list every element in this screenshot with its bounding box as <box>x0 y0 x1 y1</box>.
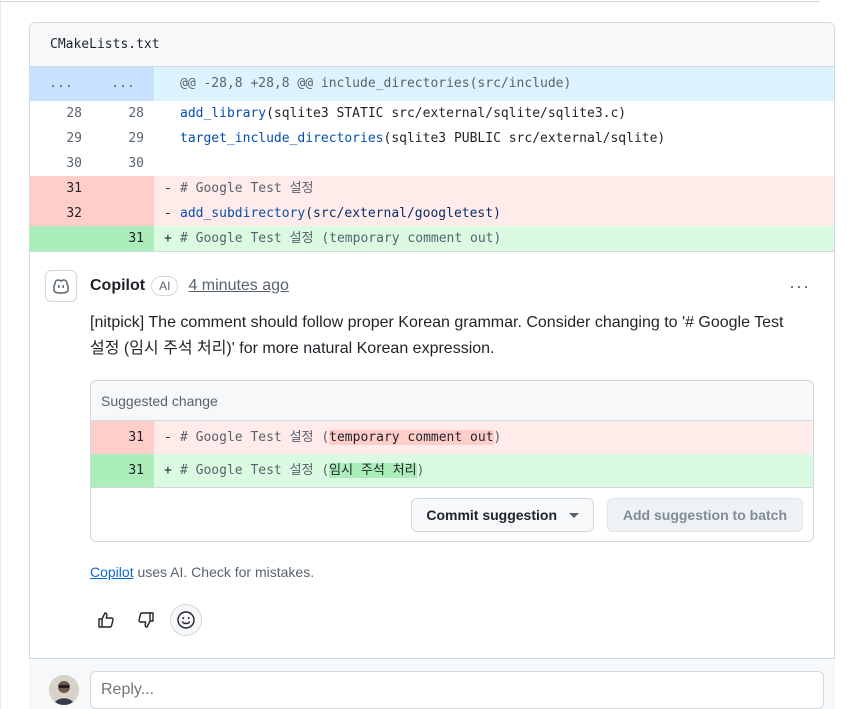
add-to-batch-button[interactable]: Add suggestion to batch <box>606 498 803 532</box>
diff-sign: + <box>164 231 172 246</box>
file-name[interactable]: CMakeLists.txt <box>50 37 160 52</box>
reply-bar <box>29 658 835 709</box>
code-comment-end: ) <box>493 430 502 445</box>
added-text-highlight: 임시 주석 처리 <box>329 463 417 478</box>
user-avatar-image <box>49 675 79 705</box>
diff-sign: - <box>164 430 172 445</box>
suggestion-code: - # Google Test 설정 (temporary comment out… <box>154 421 813 454</box>
suggested-change-title: Suggested change <box>91 381 813 421</box>
old-line-number[interactable]: 32 <box>30 201 92 226</box>
reply-input[interactable] <box>90 671 824 709</box>
smiley-icon <box>177 611 195 629</box>
old-line-number[interactable]: 31 <box>30 176 92 201</box>
copilot-link[interactable]: Copilot <box>90 564 134 580</box>
line-code: add_library(sqlite3 STATIC src/external/… <box>154 101 834 126</box>
code-comment: # Google Test 설정 ( <box>180 463 330 478</box>
diff-line-added: 31 + # Google Test 설정 (temporary comment … <box>30 226 834 251</box>
comment-timestamp[interactable]: 4 minutes ago <box>188 277 289 295</box>
suggestion-line-added: 31 + # Google Test 설정 (임시 주석 처리) <box>91 454 813 487</box>
new-line-number <box>92 176 154 201</box>
new-line-number[interactable]: 31 <box>92 226 154 251</box>
file-header[interactable]: CMakeLists.txt <box>30 23 834 67</box>
thumbs-up-icon <box>98 612 114 628</box>
line-code: target_include_directories(sqlite3 PUBLI… <box>154 126 834 151</box>
old-line-number <box>30 226 92 251</box>
diff-line-deleted: 31 - # Google Test 설정 <box>30 176 834 201</box>
copilot-icon <box>53 279 69 294</box>
code-args: (src/external/googletest) <box>305 206 501 221</box>
code-args: (sqlite3 PUBLIC src/external/sqlite) <box>383 131 666 146</box>
code-comment: # Google Test 설정 <box>180 181 314 196</box>
more-options-button[interactable]: ··· <box>789 276 810 297</box>
code-function: add_library <box>180 106 267 121</box>
line-code <box>154 151 834 176</box>
removed-text-highlight: temporary comment out <box>329 430 494 445</box>
hunk-header: @@ -28,8 +28,8 @@ include_directories(sr… <box>154 67 834 101</box>
line-code: - # Google Test 설정 <box>154 176 834 201</box>
new-line-number[interactable]: 28 <box>92 101 154 126</box>
copilot-avatar[interactable] <box>45 270 77 302</box>
hunk-row: ... ... @@ -28,8 +28,8 @@ include_direct… <box>30 67 834 101</box>
suggestion-line-number: 31 <box>91 421 154 454</box>
diff-line-deleted: 32 - add_subdirectory(src/external/google… <box>30 201 834 226</box>
code-comment-end: ) <box>416 463 425 478</box>
diff-sign: - <box>164 206 172 221</box>
thumbs-down-button[interactable] <box>130 604 162 636</box>
line-code: - add_subdirectory(src/external/googletes… <box>154 201 834 226</box>
code-comment: # Google Test 설정 (temporary comment out) <box>180 231 502 246</box>
diff-sign: - <box>164 181 172 196</box>
old-line-number[interactable]: 29 <box>30 126 92 151</box>
suggestion-code: + # Google Test 설정 (임시 주석 처리) <box>154 454 813 487</box>
old-line-number[interactable]: 30 <box>30 151 92 176</box>
suggested-change-box: Suggested change 31 - # Google Test 설정 (t… <box>90 380 814 542</box>
top-divider <box>0 0 820 2</box>
add-reaction-button[interactable] <box>170 604 202 636</box>
comment-meta: Copilot AI 4 minutes ago <box>90 276 289 296</box>
new-line-number[interactable]: 30 <box>92 151 154 176</box>
suggestion-line-deleted: 31 - # Google Test 설정 (temporary comment … <box>91 421 813 454</box>
review-comment: Copilot AI 4 minutes ago ··· [nitpick] T… <box>30 251 834 661</box>
code-comment: # Google Test 설정 ( <box>180 430 330 445</box>
user-avatar[interactable] <box>49 675 79 705</box>
line-code: + # Google Test 설정 (temporary comment out… <box>154 226 834 251</box>
diff-line-context: 28 28 add_library(sqlite3 STATIC src/ext… <box>30 101 834 126</box>
suggestion-actions: Commit suggestion Add suggestion to batc… <box>91 487 813 541</box>
new-line-number[interactable]: 29 <box>92 126 154 151</box>
review-thread-card: CMakeLists.txt ... ... @@ -28,8 +28,8 @@… <box>29 22 835 709</box>
reaction-bar <box>90 604 202 636</box>
disclaimer-text: uses AI. Check for mistakes. <box>133 564 315 580</box>
thumbs-up-button[interactable] <box>90 604 122 636</box>
suggestion-line-number: 31 <box>91 454 154 487</box>
commit-suggestion-button[interactable]: Commit suggestion <box>411 498 594 532</box>
hunk-expand-left[interactable]: ... <box>30 67 92 101</box>
left-divider <box>0 0 1 709</box>
diff-sign: + <box>164 463 172 478</box>
author-name[interactable]: Copilot <box>90 277 145 295</box>
old-line-number[interactable]: 28 <box>30 101 92 126</box>
ai-disclaimer: Copilot uses AI. Check for mistakes. <box>90 564 314 580</box>
code-function: add_subdirectory <box>180 206 306 221</box>
ai-badge: AI <box>151 276 179 296</box>
diff-line-context: 29 29 target_include_directories(sqlite3… <box>30 126 834 151</box>
new-line-number <box>92 201 154 226</box>
thumbs-down-icon <box>138 612 154 628</box>
code-args: (sqlite3 STATIC src/external/sqlite/sqli… <box>266 106 627 121</box>
diff-line-context: 30 30 <box>30 151 834 176</box>
code-function: target_include_directories <box>180 131 384 146</box>
hunk-expand-right[interactable]: ... <box>92 67 154 101</box>
commit-suggestion-label: Commit suggestion <box>426 507 557 523</box>
comment-body: [nitpick] The comment should follow prop… <box>90 314 784 357</box>
chevron-down-icon <box>569 512 579 518</box>
